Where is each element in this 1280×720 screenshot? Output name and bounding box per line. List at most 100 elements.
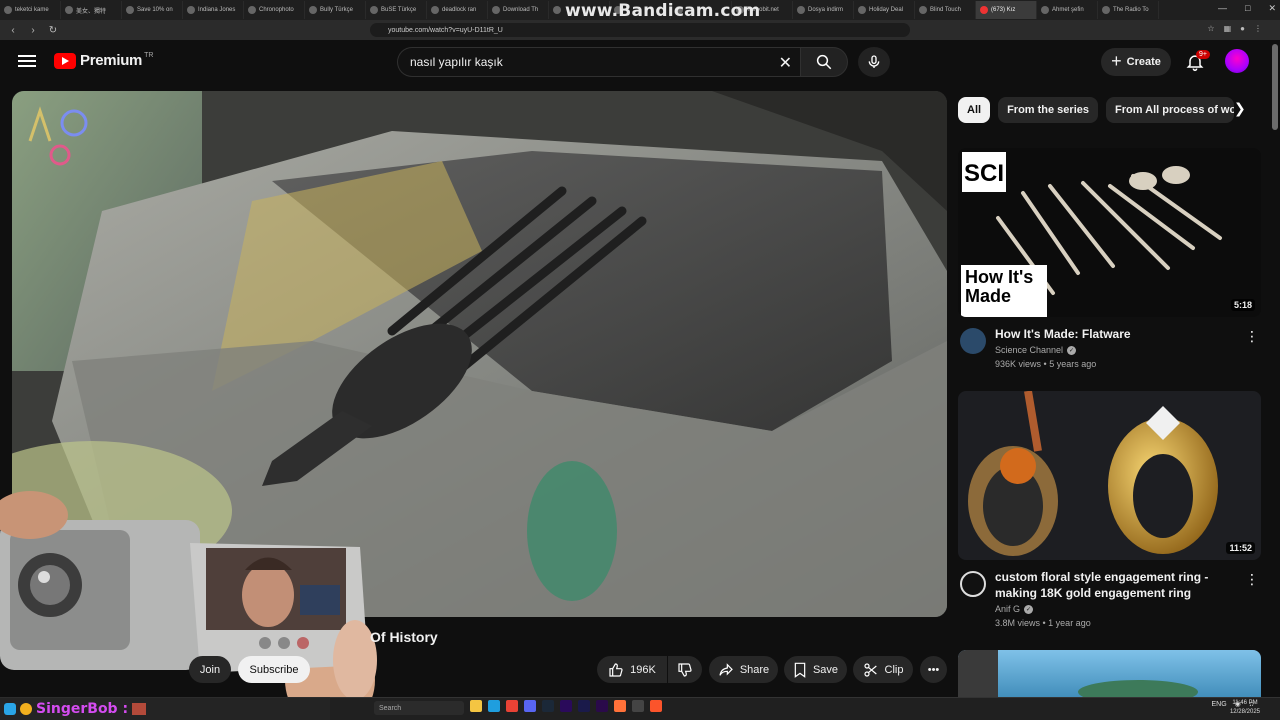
forward-icon[interactable]: › bbox=[26, 25, 40, 36]
clear-search-icon[interactable]: ✕ bbox=[779, 53, 792, 73]
browser-tab[interactable]: Ahmet şefin bbox=[1037, 1, 1098, 19]
clip-button[interactable]: Clip bbox=[853, 656, 913, 683]
video-thumbnail[interactable] bbox=[958, 650, 1261, 700]
media-encoder-icon[interactable] bbox=[578, 700, 590, 712]
file-explorer-icon[interactable] bbox=[470, 700, 482, 712]
view-count: 936K views bbox=[995, 359, 1042, 369]
like-button[interactable]: 196K bbox=[597, 656, 667, 683]
video-title[interactable]: How It's Made: Flatware bbox=[995, 326, 1245, 342]
reload-icon[interactable]: ↻ bbox=[46, 25, 60, 36]
browser-tab[interactable]: Holiday Deal bbox=[854, 1, 915, 19]
chip-from-the-series[interactable]: From the series bbox=[998, 97, 1098, 123]
minimize-icon[interactable]: — bbox=[1218, 3, 1227, 14]
overlay-flag-icon bbox=[132, 702, 147, 715]
edge-icon[interactable] bbox=[488, 700, 500, 712]
back-icon[interactable]: ‹ bbox=[6, 25, 20, 36]
tab-favicon-icon bbox=[431, 6, 439, 14]
more-actions-button[interactable]: ••• bbox=[920, 656, 947, 683]
recommendation-item[interactable] bbox=[958, 650, 1261, 700]
user-avatar[interactable] bbox=[1225, 49, 1249, 73]
clip-label: Clip bbox=[884, 663, 904, 676]
brave-icon[interactable] bbox=[650, 700, 662, 712]
tab-label: Bully Türkçe bbox=[320, 7, 353, 13]
browser-tab[interactable]: Blind Touch bbox=[915, 1, 976, 19]
url-field[interactable]: youtube.com/watch?v=uyU-D11tR_U bbox=[370, 23, 910, 37]
video-thumbnail[interactable]: 11:52 bbox=[958, 391, 1261, 560]
browser-menu-icon[interactable]: ⋮ bbox=[1254, 24, 1262, 33]
browser-tab[interactable]: (673) Kız bbox=[976, 1, 1037, 19]
chip-from-all-process[interactable]: From All process of world bbox=[1105, 97, 1234, 123]
share-button[interactable]: Share bbox=[709, 656, 778, 683]
hamburger-menu-icon[interactable] bbox=[18, 52, 36, 70]
channel-avatar[interactable] bbox=[960, 328, 986, 354]
browser-toolbar-icons: ☆ ▦ ● ⋮ bbox=[1207, 24, 1262, 33]
search-input[interactable] bbox=[410, 48, 770, 76]
browser-tab[interactable]: 美女、獨特 bbox=[61, 1, 122, 19]
filter-chips: All From the series From All process of … bbox=[958, 97, 1234, 123]
channel-name-row: Anif G ✓ bbox=[995, 604, 1245, 614]
chip-all[interactable]: All bbox=[958, 97, 991, 123]
window-controls: — □ ✕ bbox=[1218, 3, 1276, 14]
browser-tab[interactable]: The Radio To bbox=[1098, 1, 1159, 19]
browser-tab[interactable]: Download Th bbox=[488, 1, 549, 19]
chrome-icon[interactable] bbox=[506, 700, 518, 712]
tab-label: Blind Touch bbox=[930, 7, 961, 13]
recommendation-item[interactable]: SCI How It's Made 5:18 How It's Made: Fl… bbox=[958, 148, 1261, 369]
voice-search-button[interactable] bbox=[858, 47, 890, 77]
ring-thumbnail-image bbox=[958, 391, 1261, 560]
chevron-right-icon[interactable]: ❯ bbox=[1234, 100, 1246, 117]
profile-icon[interactable]: ● bbox=[1240, 24, 1245, 33]
bookmark-icon[interactable]: ☆ bbox=[1207, 24, 1214, 33]
steam-icon[interactable] bbox=[542, 700, 554, 712]
recommendation-item[interactable]: 11:52 custom floral style engagement rin… bbox=[958, 391, 1261, 628]
browser-tab[interactable]: teketci kame bbox=[0, 1, 61, 19]
streamer-name: SingerBob : bbox=[36, 700, 129, 717]
taskbar-clock[interactable]: 11:46 PM 12/28/2025 bbox=[1230, 699, 1260, 717]
browser-tab[interactable]: deadlock ran bbox=[427, 1, 488, 19]
page-scrollbar[interactable] bbox=[1272, 44, 1278, 130]
maximize-icon[interactable]: □ bbox=[1245, 3, 1250, 14]
channel-name-row: Science Channel ✓ bbox=[995, 345, 1245, 355]
browser-tab[interactable]: Chronophoto bbox=[244, 1, 305, 19]
premiere-icon[interactable] bbox=[560, 700, 572, 712]
browser-tab[interactable]: Save 10% on bbox=[122, 1, 183, 19]
tab-favicon-icon bbox=[370, 6, 378, 14]
browser-tab[interactable]: BuSE Türkçe bbox=[366, 1, 427, 19]
video-thumbnail[interactable]: SCI How It's Made 5:18 bbox=[958, 148, 1261, 317]
youtube-premium-logo[interactable]: Premium TR bbox=[54, 52, 153, 69]
join-button[interactable]: Join bbox=[189, 656, 231, 683]
browser-address-bar: ‹ › ↻ youtube.com/watch?v=uyU-D11tR_U ☆ … bbox=[0, 20, 1280, 40]
overlay-badge-icon bbox=[4, 702, 16, 715]
microphone-icon bbox=[868, 55, 880, 68]
browser-tab[interactable]: Bully Türkçe bbox=[305, 1, 366, 19]
tab-label: Indiana Jones bbox=[198, 7, 236, 13]
channel-avatar[interactable] bbox=[960, 571, 986, 597]
dislike-button[interactable] bbox=[668, 656, 702, 683]
after-effects-icon[interactable] bbox=[596, 700, 608, 712]
subscribe-button[interactable]: Subscribe bbox=[238, 656, 310, 683]
share-label: Share bbox=[739, 663, 770, 676]
browser-tab[interactable]: Dosya indirm bbox=[793, 1, 854, 19]
obs-icon[interactable] bbox=[632, 700, 644, 712]
video-stats: 936K views • 5 years ago bbox=[995, 359, 1097, 369]
webcam-overlay bbox=[0, 491, 377, 720]
more-vertical-icon[interactable]: ⋮ bbox=[1245, 328, 1259, 345]
save-button[interactable]: Save bbox=[784, 656, 847, 683]
discord-icon[interactable] bbox=[524, 700, 536, 712]
tab-favicon-icon bbox=[4, 6, 12, 14]
plus-icon: + bbox=[1111, 50, 1122, 71]
create-button[interactable]: + Create bbox=[1101, 48, 1171, 76]
browser-tab[interactable]: Indiana Jones bbox=[183, 1, 244, 19]
firefox-icon[interactable] bbox=[614, 700, 626, 712]
more-vertical-icon[interactable]: ⋮ bbox=[1245, 571, 1259, 588]
taskbar-search[interactable]: Search bbox=[374, 701, 464, 715]
channel-name[interactable]: Science Channel bbox=[995, 345, 1063, 355]
extensions-icon[interactable]: ▦ bbox=[1224, 24, 1232, 33]
channel-name[interactable]: Anif G bbox=[995, 604, 1020, 614]
search-button[interactable] bbox=[800, 47, 848, 77]
tab-favicon-icon bbox=[65, 6, 73, 14]
tab-label: Ahmet şefin bbox=[1052, 7, 1084, 13]
close-icon[interactable]: ✕ bbox=[1268, 3, 1276, 14]
language-indicator[interactable]: ENG bbox=[1211, 701, 1226, 708]
video-title[interactable]: custom floral style engagement ring - ma… bbox=[995, 569, 1245, 601]
